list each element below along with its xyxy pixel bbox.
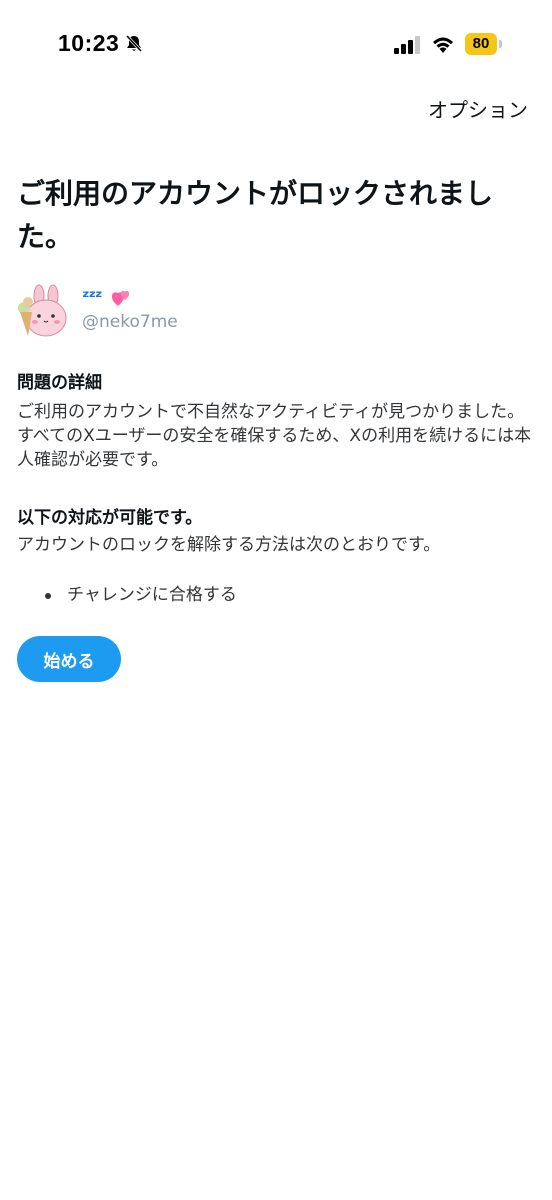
battery-level: 80 (465, 33, 497, 55)
battery-cap (499, 40, 502, 48)
problem-body: ご利用のアカウントで不自然なアクティビティが見つかりました。すべてのXユーザーの… (17, 402, 532, 470)
list-item-label: チャレンジに合格する (67, 585, 237, 605)
bullet-dot (45, 593, 51, 599)
wifi-icon (433, 37, 453, 53)
start-button[interactable]: 始める (17, 636, 121, 682)
options-button[interactable]: オプション (428, 94, 528, 123)
status-time: 10:23 (58, 30, 120, 56)
page-title: ご利用のアカウントがロックされました。 (17, 177, 494, 253)
actions-heading: 以下の対応が可能です。 (17, 508, 203, 528)
actions-body: アカウントのロックを解除する方法は次のとおりです。 (17, 535, 441, 555)
problem-heading: 問題の詳細 (17, 373, 102, 393)
account-row: ᶻᶻᶻ @neko7me (16, 284, 316, 344)
signal-icon (394, 36, 420, 54)
status-bar: 10:23 80 (0, 0, 552, 90)
avatar-rabbit-icon (16, 284, 72, 340)
actions-list: チャレンジに合格する (17, 583, 237, 607)
bell-muted-icon (125, 34, 143, 53)
account-handle: @neko7me (82, 312, 178, 332)
display-name: ᶻᶻᶻ (82, 287, 103, 308)
list-item: チャレンジに合格する (17, 583, 237, 607)
battery-icon: 80 (465, 33, 503, 55)
heart-icon (111, 290, 130, 306)
